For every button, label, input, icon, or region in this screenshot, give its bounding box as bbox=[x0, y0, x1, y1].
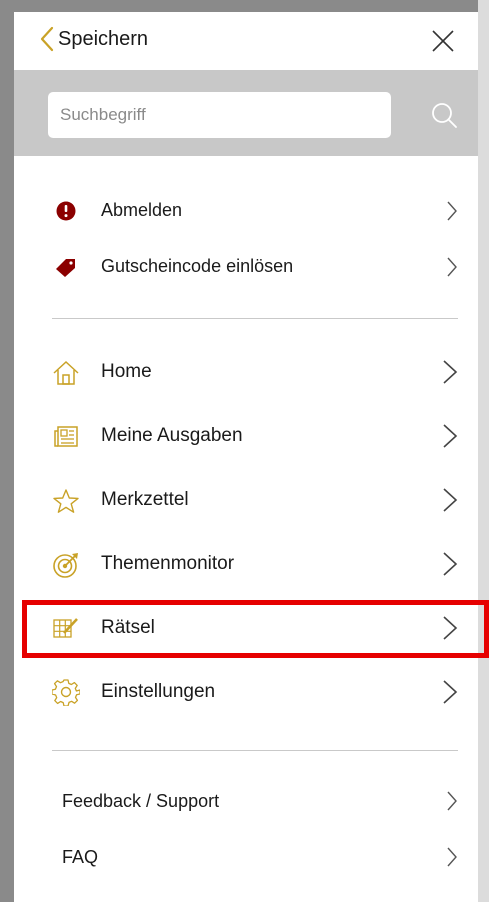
menu-item-merkzettel[interactable]: Merkzettel bbox=[14, 478, 478, 522]
menu-item-themenmonitor[interactable]: Themenmonitor bbox=[14, 542, 478, 586]
close-icon[interactable] bbox=[430, 28, 456, 54]
menu-item-label: Themenmonitor bbox=[101, 553, 235, 574]
menu-item-label: FAQ bbox=[62, 847, 99, 867]
chevron-right-icon bbox=[447, 257, 457, 277]
section-divider bbox=[52, 750, 458, 751]
menu-header: Speichern bbox=[14, 12, 478, 70]
chevron-right-icon bbox=[443, 616, 458, 640]
menu-item-label: Einstellungen bbox=[101, 681, 216, 702]
search-icon[interactable] bbox=[430, 101, 458, 129]
right-edge bbox=[478, 0, 489, 902]
menu-item-gutscheincode[interactable]: Gutscheincode einlösen bbox=[14, 248, 478, 286]
alert-info-icon bbox=[52, 197, 80, 225]
search-input[interactable] bbox=[48, 92, 391, 138]
menu-item-label: Abmelden bbox=[101, 200, 183, 220]
menu-item-label: Merkzettel bbox=[101, 489, 189, 510]
chevron-right-icon bbox=[447, 847, 457, 867]
chevron-right-icon bbox=[447, 791, 457, 811]
menu-item-einstellungen[interactable]: Einstellungen bbox=[14, 670, 478, 714]
search-bar bbox=[14, 70, 478, 156]
chevron-right-icon bbox=[443, 680, 458, 704]
menu-item-feedback-support[interactable]: Feedback / Support bbox=[14, 782, 478, 820]
menu-item-label: Feedback / Support bbox=[62, 791, 220, 811]
tag-icon bbox=[52, 253, 80, 281]
menu-item-label: Rätsel bbox=[101, 617, 155, 638]
menu-item-label: Home bbox=[101, 361, 152, 382]
chevron-right-icon bbox=[443, 424, 458, 448]
newspaper-icon bbox=[52, 423, 80, 451]
chevron-left-icon bbox=[40, 26, 54, 52]
menu-item-meine-ausgaben[interactable]: Meine Ausgaben bbox=[14, 414, 478, 458]
back-button[interactable]: Speichern bbox=[40, 26, 148, 52]
menu-item-abmelden[interactable]: Abmelden bbox=[14, 192, 478, 230]
crossword-pencil-icon bbox=[52, 614, 80, 642]
menu-panel: Speichern Abmelden bbox=[0, 0, 489, 902]
left-edge bbox=[0, 0, 14, 902]
home-icon bbox=[52, 359, 80, 387]
back-button-label: Speichern bbox=[58, 27, 149, 50]
section-divider bbox=[52, 318, 458, 319]
star-icon bbox=[52, 487, 80, 515]
chevron-right-icon bbox=[443, 552, 458, 576]
menu-item-raetsel[interactable]: Rätsel bbox=[14, 606, 478, 650]
gear-icon bbox=[52, 678, 80, 706]
menu-item-faq[interactable]: FAQ bbox=[14, 838, 478, 876]
chevron-right-icon bbox=[443, 360, 458, 384]
chevron-right-icon bbox=[447, 201, 457, 221]
menu-item-home[interactable]: Home bbox=[14, 350, 478, 394]
target-icon bbox=[52, 551, 80, 579]
top-edge bbox=[0, 0, 489, 12]
menu-item-label: Gutscheincode einlösen bbox=[101, 256, 294, 276]
chevron-right-icon bbox=[443, 488, 458, 512]
menu-item-label: Meine Ausgaben bbox=[101, 425, 243, 446]
